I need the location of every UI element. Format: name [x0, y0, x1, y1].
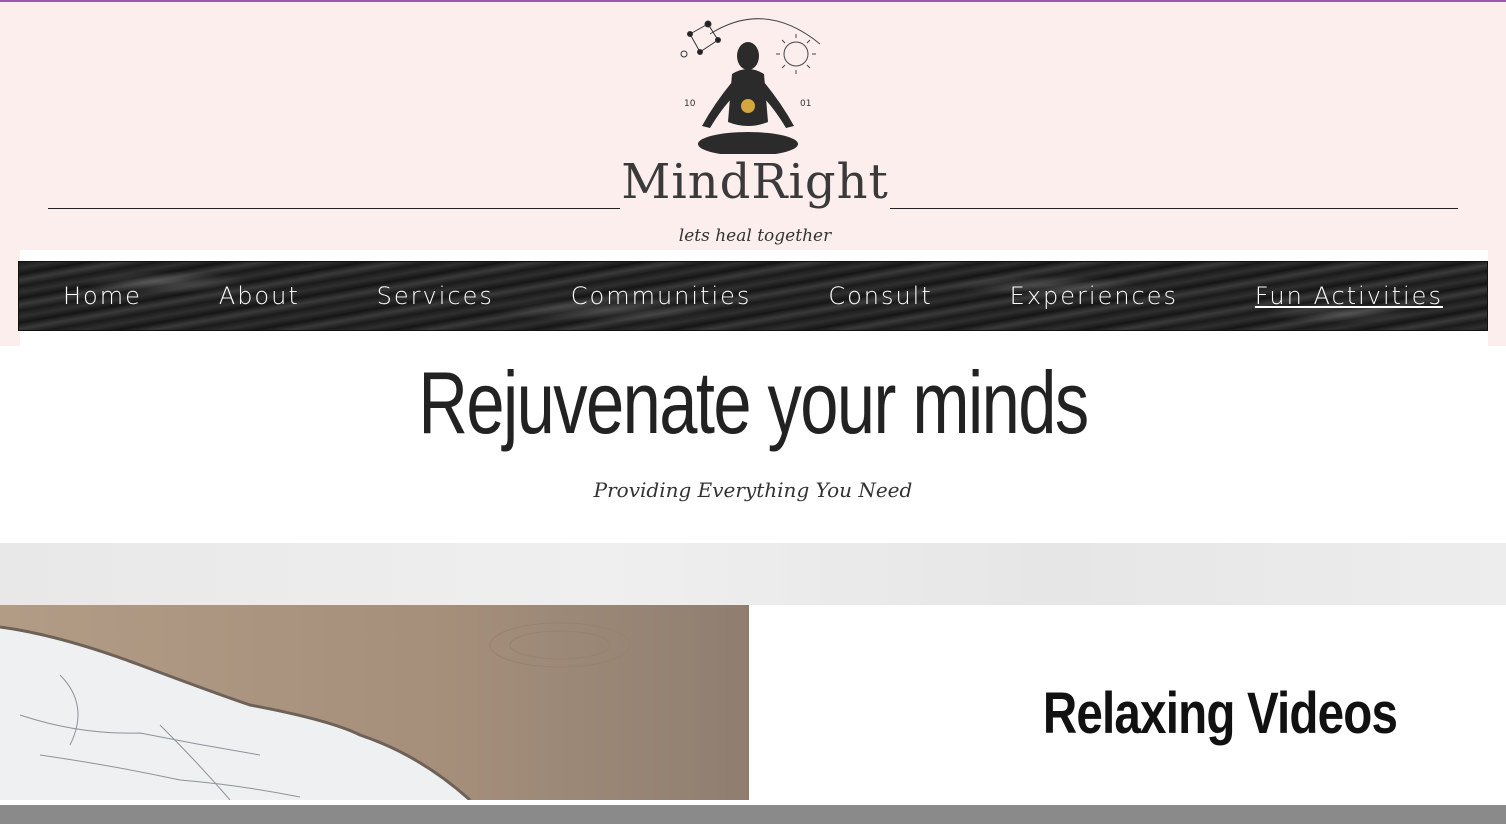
brand-tagline: lets heal together [678, 226, 832, 246]
marble-strip [0, 543, 1506, 605]
meditating-figure-icon: 10 01 [680, 18, 821, 156]
main-nav: Home About Services Communities Consult … [18, 261, 1488, 331]
nav-item-fun-activities[interactable]: Fun Activities [1255, 282, 1443, 310]
nav-item-consult[interactable]: Consult [828, 282, 932, 310]
svg-text:10: 10 [684, 99, 696, 109]
nav-item-services[interactable]: Services [377, 282, 494, 310]
nav-item-communities[interactable]: Communities [571, 282, 752, 310]
section-title: Relaxing Videos [1042, 681, 1398, 746]
beach-aerial-image [0, 605, 749, 800]
nav-item-experiences[interactable]: Experiences [1010, 282, 1178, 310]
bottom-bar [0, 805, 1506, 824]
hero-title: Rejuvenate your minds [418, 353, 1089, 452]
hero-subtitle: Providing Everything You Need [593, 478, 913, 502]
nav-item-home[interactable]: Home [63, 282, 142, 310]
brand-name: MindRight [620, 154, 890, 210]
site-logo[interactable]: 10 01 MindRight lets heal together [620, 4, 890, 254]
nav-item-about[interactable]: About [219, 282, 300, 310]
svg-text:01: 01 [800, 99, 811, 109]
